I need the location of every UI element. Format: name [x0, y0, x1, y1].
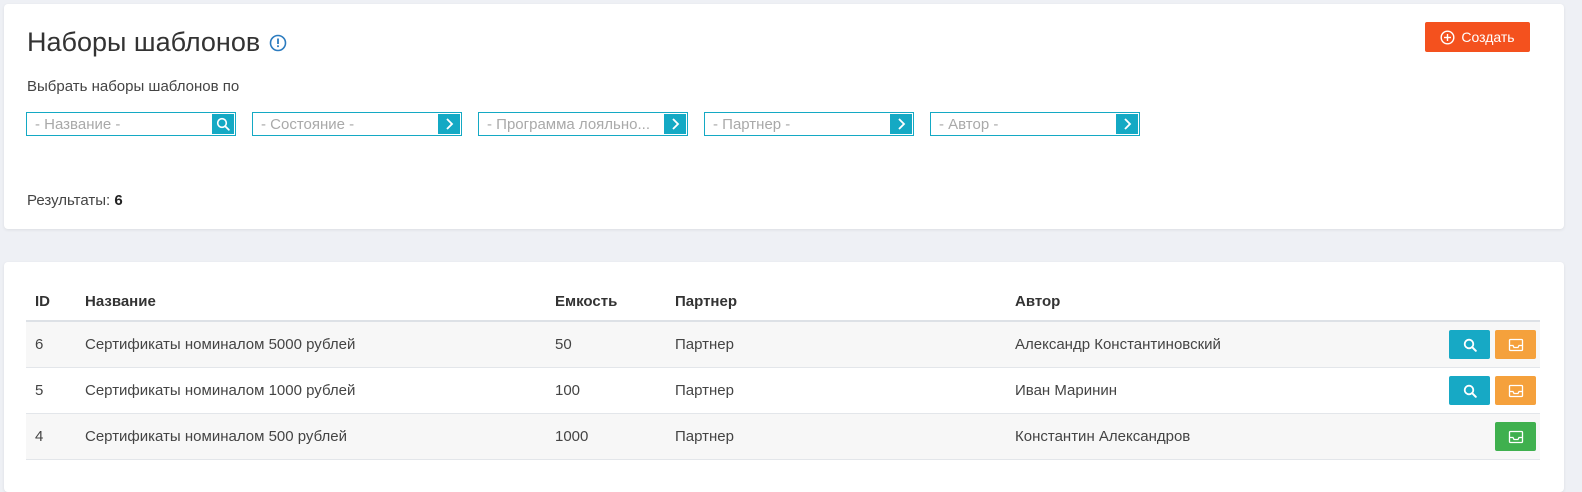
results-count: Результаты: 6: [27, 192, 123, 209]
unarchive-button[interactable]: [1495, 422, 1536, 451]
cell-capacity: 100: [546, 367, 666, 414]
chevron-right-icon[interactable]: [664, 114, 686, 134]
cell-author: Константин Александров: [1006, 413, 1368, 460]
cell-author: Иван Маринин: [1006, 367, 1368, 414]
info-icon[interactable]: [269, 34, 287, 52]
search-icon: [1463, 384, 1477, 398]
chevron-right-icon[interactable]: [1116, 114, 1138, 134]
chevron-right-icon[interactable]: [438, 114, 460, 134]
cell-id: 4: [26, 413, 76, 460]
create-button-label: Создать: [1461, 29, 1515, 45]
filter-caption: Выбрать наборы шаблонов по: [27, 78, 240, 95]
results-value: 6: [114, 192, 123, 209]
page-title: Наборы шаблонов: [27, 27, 287, 58]
archive-button[interactable]: [1495, 330, 1536, 359]
column-header-actions: [1368, 282, 1540, 322]
create-button[interactable]: Создать: [1425, 22, 1530, 52]
name-filter-input[interactable]: [27, 113, 207, 135]
cell-author: Александр Константиновский: [1006, 321, 1368, 368]
search-icon: [1463, 338, 1477, 352]
chevron-right-icon[interactable]: [890, 114, 912, 134]
table-header-row: ID Название Емкость Партнер Автор: [26, 282, 1540, 322]
cell-actions: [1368, 413, 1540, 460]
author-filter-input[interactable]: [931, 113, 1111, 135]
page-title-text: Наборы шаблонов: [27, 27, 261, 57]
column-header-author[interactable]: Автор: [1006, 282, 1368, 322]
cell-partner: Партнер: [666, 321, 1006, 368]
column-header-id[interactable]: ID: [26, 282, 76, 322]
partner-filter: [704, 112, 914, 136]
archive-button[interactable]: [1495, 376, 1536, 405]
cell-capacity: 50: [546, 321, 666, 368]
column-header-partner[interactable]: Партнер: [666, 282, 1006, 322]
view-button[interactable]: [1449, 376, 1490, 405]
partner-filter-input[interactable]: [705, 113, 885, 135]
inbox-icon: [1508, 384, 1524, 398]
table-row[interactable]: 5 Сертификаты номиналом 1000 рублей 100 …: [26, 367, 1540, 414]
cell-partner: Партнер: [666, 367, 1006, 414]
column-header-name[interactable]: Название: [76, 282, 546, 322]
table-row[interactable]: 6 Сертификаты номиналом 5000 рублей 50 П…: [26, 321, 1540, 368]
name-filter: [26, 112, 236, 136]
author-filter: [930, 112, 1140, 136]
loyalty-program-filter-input[interactable]: [479, 113, 659, 135]
loyalty-program-filter: [478, 112, 688, 136]
cell-partner: Партнер: [666, 413, 1006, 460]
cell-actions: [1368, 321, 1540, 368]
cell-id: 6: [26, 321, 76, 368]
state-filter: [252, 112, 462, 136]
cell-capacity: 1000: [546, 413, 666, 460]
inbox-icon: [1508, 338, 1524, 352]
cell-id: 5: [26, 367, 76, 414]
table-row[interactable]: 4 Сертификаты номиналом 500 рублей 1000 …: [26, 413, 1540, 460]
cell-name: Сертификаты номиналом 500 рублей: [76, 413, 546, 460]
results-label: Результаты:: [27, 192, 111, 209]
column-header-capacity[interactable]: Емкость: [546, 282, 666, 322]
inbox-icon: [1508, 430, 1524, 444]
templates-table: ID Название Емкость Партнер Автор 6 Серт…: [26, 282, 1540, 460]
cell-actions: [1368, 367, 1540, 414]
cell-name: Сертификаты номиналом 5000 рублей: [76, 321, 546, 368]
cell-name: Сертификаты номиналом 1000 рублей: [76, 367, 546, 414]
filter-panel: Наборы шаблонов Создать Выбрать наборы ш…: [4, 4, 1564, 229]
templates-table-panel: ID Название Емкость Партнер Автор 6 Серт…: [4, 262, 1564, 492]
view-button[interactable]: [1449, 330, 1490, 359]
search-icon[interactable]: [212, 114, 234, 134]
plus-circle-icon: [1440, 29, 1455, 45]
state-filter-input[interactable]: [253, 113, 433, 135]
